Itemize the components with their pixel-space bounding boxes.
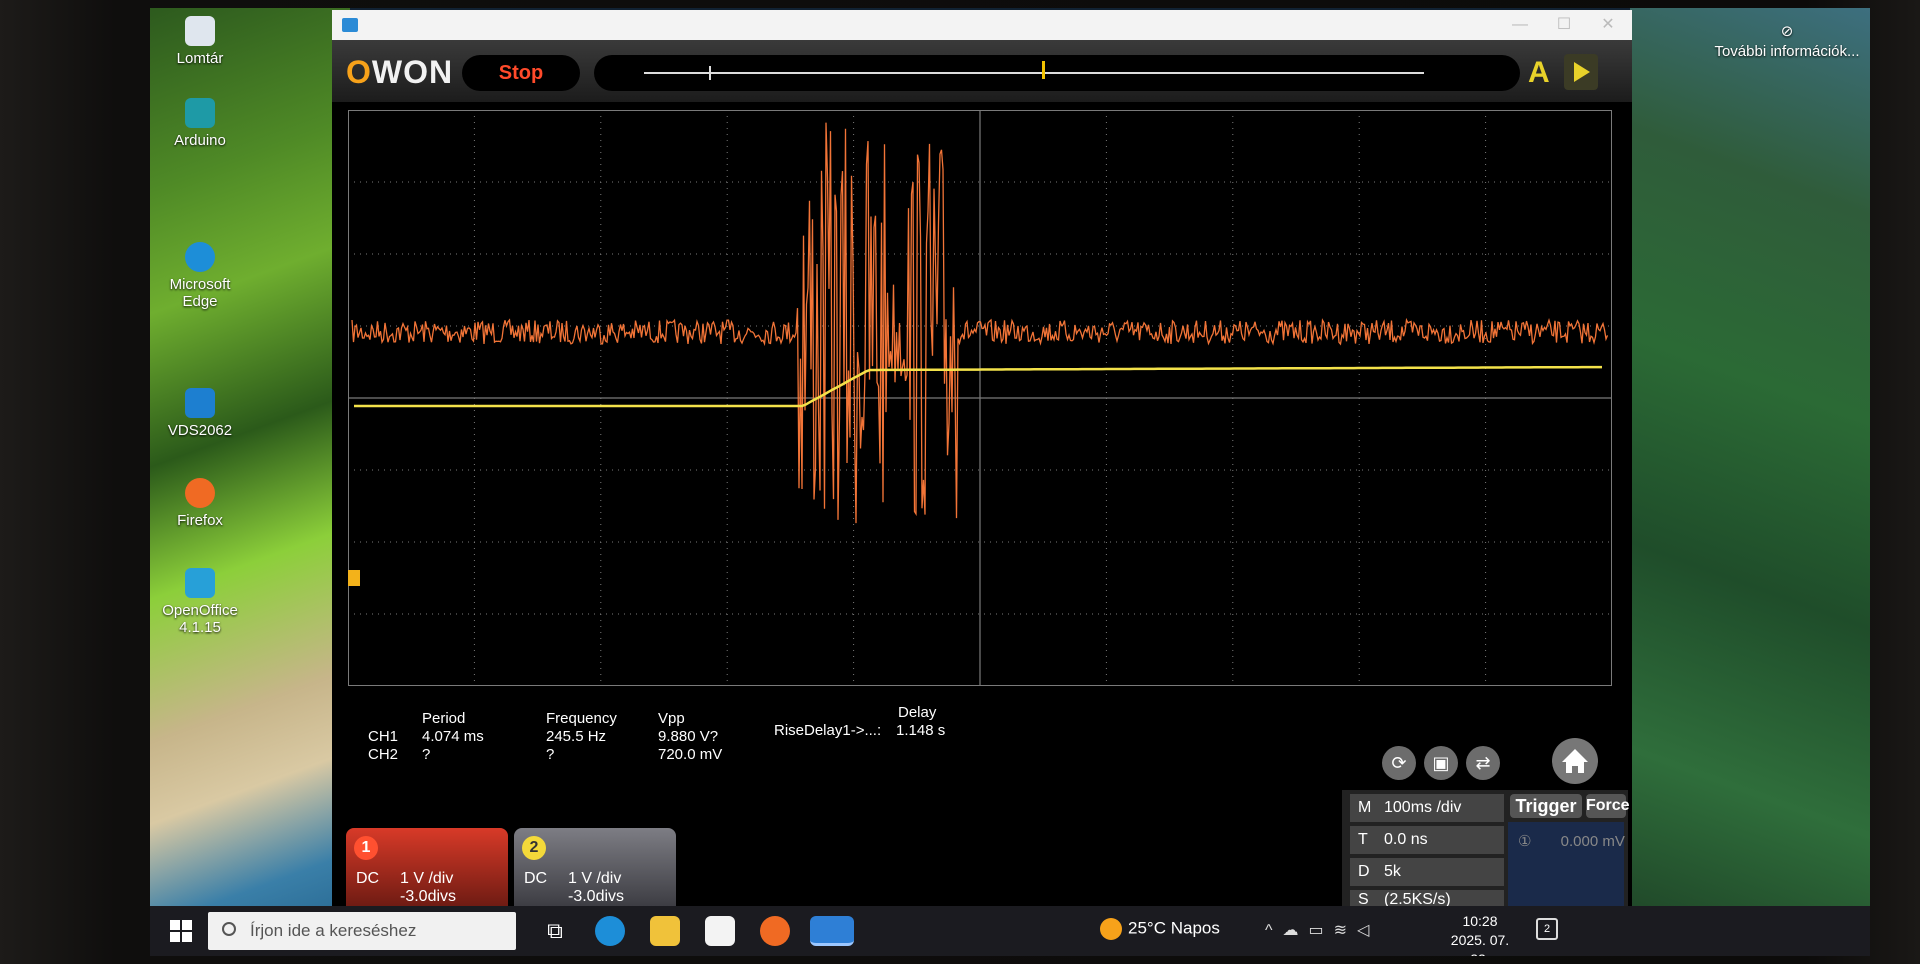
frequency-header: Frequency <box>546 710 617 727</box>
autoset-button[interactable]: A <box>1528 56 1558 90</box>
layout-icon[interactable]: ⇄ <box>1466 746 1500 780</box>
desktop-icon-firefox[interactable]: Firefox <box>150 478 250 529</box>
app-window-icon <box>342 18 358 32</box>
save-icon[interactable]: ▣ <box>1424 746 1458 780</box>
vds-icon <box>185 388 215 418</box>
windows-logo-icon <box>170 920 180 930</box>
taskbar-clock[interactable]: 10:28 2025. 07. 22. <box>1440 912 1520 956</box>
ch2-label: CH2 <box>368 746 399 763</box>
ch2-frequency: ? <box>546 746 555 763</box>
wallpaper-right <box>1630 8 1870 956</box>
refresh-icon[interactable]: ⟳ <box>1382 746 1416 780</box>
ch2-vpp: 720.0 mV <box>658 746 723 763</box>
owon-logo: OWON <box>346 54 454 90</box>
trigger-time-value: 0.0 ns <box>1384 831 1428 848</box>
memory-depth-row[interactable]: D 5k <box>1350 858 1504 886</box>
start-button[interactable] <box>170 920 192 942</box>
vpp-header: Vpp <box>658 710 685 727</box>
recycle-bin-icon <box>185 16 215 46</box>
ch1-delay-name: RiseDelay1->...: <box>774 722 882 739</box>
ch1-ground-marker <box>348 570 360 586</box>
openoffice-icon <box>185 568 215 598</box>
minimize-button[interactable]: — <box>1498 10 1542 40</box>
waveform-canvas <box>348 110 1612 686</box>
timebase-value: 100ms /div <box>1384 799 1462 816</box>
channel-1-number: 1 <box>354 836 378 860</box>
trigger-source-icon: ① <box>1518 833 1532 850</box>
channel-2-offset: -3.0divs <box>568 888 625 905</box>
desktop-screen: Lomtár Arduino Microsoft Edge VDS2062 Fi… <box>150 8 1870 956</box>
ch1-delay-value: 1.148 s <box>896 722 946 739</box>
delay-header: Delay <box>898 704 937 721</box>
ch1-vpp: 9.880 V? <box>658 728 719 745</box>
desktop-icon-arduino[interactable]: Arduino <box>150 98 250 149</box>
channel-1-offset: -3.0divs <box>400 888 457 905</box>
timebase-row[interactable]: M 100ms /div <box>1350 794 1504 822</box>
home-button[interactable] <box>1552 738 1598 784</box>
edge-taskbar-icon[interactable] <box>595 916 625 946</box>
windows-taskbar: Írjon ide a kereséshez ⧉ 25°C Napos ^☁▭≋… <box>150 906 1870 956</box>
edge-icon <box>185 242 215 272</box>
camera-icon: ⊘ <box>1780 23 1794 40</box>
channel-2-number: 2 <box>522 836 546 860</box>
task-view-icon[interactable]: ⧉ <box>540 916 570 946</box>
close-button[interactable]: ✕ <box>1586 10 1630 40</box>
ch2-waveform <box>354 365 1602 408</box>
sun-icon <box>1100 918 1122 940</box>
store-icon[interactable] <box>705 916 735 946</box>
more-info-link[interactable]: ⊘ További információk... <box>1712 22 1862 62</box>
run-stop-button[interactable]: Stop <box>462 55 580 91</box>
single-run-button[interactable] <box>1564 54 1598 90</box>
owon-app-window: — ☐ ✕ OWON Stop A Period Frequency Vpp D… <box>332 10 1632 910</box>
scope-toolbar: OWON Stop A <box>332 40 1632 102</box>
firefox-taskbar-icon[interactable] <box>760 916 790 946</box>
channel-2-tab[interactable]: 2 DC 1 V /div -3.0divs <box>514 828 676 910</box>
wifi-icon: ≋ <box>1333 922 1358 939</box>
firefox-icon <box>185 478 215 508</box>
desktop-icon-recycle-bin[interactable]: Lomtár <box>150 16 250 67</box>
desktop-icon-openoffice[interactable]: OpenOffice 4.1.15 <box>150 568 250 636</box>
chevron-up-icon[interactable]: ^ <box>1265 922 1283 939</box>
channel-1-coupling: DC <box>356 870 380 887</box>
home-icon <box>1562 749 1588 773</box>
ch1-period: 4.074 ms <box>422 728 484 745</box>
maximize-button[interactable]: ☐ <box>1542 10 1586 40</box>
window-titlebar: — ☐ ✕ <box>332 10 1632 40</box>
system-tray[interactable]: ^☁▭≋◁ <box>1265 920 1379 940</box>
play-icon <box>1574 62 1590 82</box>
owon-taskbar-icon[interactable] <box>810 916 854 946</box>
ch2-period: ? <box>422 746 431 763</box>
notification-center-icon[interactable]: 2 <box>1536 918 1558 940</box>
ch1-frequency: 245.5 Hz <box>546 728 607 745</box>
timeline-rail <box>644 72 1424 74</box>
channel-1-tab[interactable]: 1 DC 1 V /div -3.0divs <box>346 828 508 910</box>
trigger-position-marker[interactable] <box>1042 61 1045 79</box>
desktop-icon-vds[interactable]: VDS2062 <box>150 388 250 439</box>
horizontal-trigger-panel: M 100ms /div T 0.0 ns D 5k S (2.5KS/s) Trigg… <box>1342 790 1630 910</box>
trigger-button[interactable]: Trigger <box>1510 794 1582 818</box>
measurement-table: Period Frequency Vpp Delay CH1 4.074 ms … <box>368 704 1068 820</box>
cloud-icon: ☁ <box>1282 922 1309 939</box>
trigger-level: ① 0.000 mV <box>1518 833 1625 850</box>
volume-icon[interactable]: ◁ <box>1357 922 1379 939</box>
waveform-position-bar[interactable] <box>594 55 1520 91</box>
battery-icon: ▭ <box>1308 922 1334 939</box>
timeline-window-tick <box>709 66 711 80</box>
period-header: Period <box>422 710 466 727</box>
weather-widget[interactable]: 25°C Napos <box>1100 918 1220 940</box>
ch1-label: CH1 <box>368 728 399 745</box>
file-explorer-icon[interactable] <box>650 916 680 946</box>
memory-depth-value: 5k <box>1384 863 1401 880</box>
quick-tools: ⟳ ▣ ⇄ <box>1382 738 1602 784</box>
channel-2-coupling: DC <box>524 870 548 887</box>
search-icon <box>222 922 236 936</box>
oscilloscope-display <box>348 110 1612 686</box>
channel-2-scale: 1 V /div <box>568 870 622 887</box>
desktop-icon-edge[interactable]: Microsoft Edge <box>150 242 250 310</box>
taskbar-search[interactable]: Írjon ide a kereséshez <box>208 912 516 950</box>
force-button[interactable]: Force <box>1586 794 1630 818</box>
arduino-icon <box>185 98 215 128</box>
trigger-time-row[interactable]: T 0.0 ns <box>1350 826 1504 854</box>
channel-1-scale: 1 V /div <box>400 870 454 887</box>
